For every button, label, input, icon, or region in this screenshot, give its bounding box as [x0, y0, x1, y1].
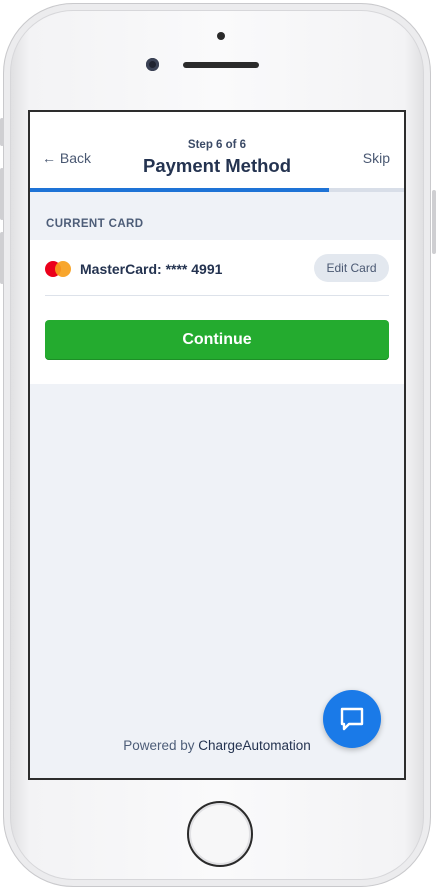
divider [45, 295, 389, 296]
skip-button[interactable]: Skip [363, 150, 390, 166]
chat-button[interactable] [323, 690, 381, 748]
mastercard-icon [45, 261, 73, 277]
card-label: MasterCard: **** 4991 [80, 261, 223, 277]
step-indicator: Step 6 of 6 [187, 139, 247, 151]
card-panel: MasterCard: **** 4991 Edit Card Continue [30, 240, 404, 384]
section-label: CURRENT CARD [46, 218, 144, 230]
brand-name: ChargeAutomation [198, 738, 311, 753]
volume-up-button [0, 168, 4, 220]
edit-card-button[interactable]: Edit Card [314, 254, 389, 282]
sensor-dot [217, 32, 225, 40]
powered-prefix: Powered by [123, 738, 199, 753]
chat-bubble-icon [340, 707, 364, 731]
front-camera [146, 58, 159, 71]
home-button[interactable] [187, 801, 253, 867]
volume-down-button [0, 232, 4, 284]
header-bar: ← Back Step 6 of 6 Payment Method Skip [30, 112, 404, 192]
page-title: Payment Method [142, 155, 292, 176]
app-screen: ← Back Step 6 of 6 Payment Method Skip C… [28, 110, 406, 780]
progress-fill [30, 188, 330, 192]
earpiece-speaker [183, 62, 259, 68]
mute-switch [0, 118, 4, 146]
power-button [432, 190, 436, 254]
continue-button[interactable]: Continue [45, 320, 389, 360]
progress-bar [30, 188, 404, 192]
